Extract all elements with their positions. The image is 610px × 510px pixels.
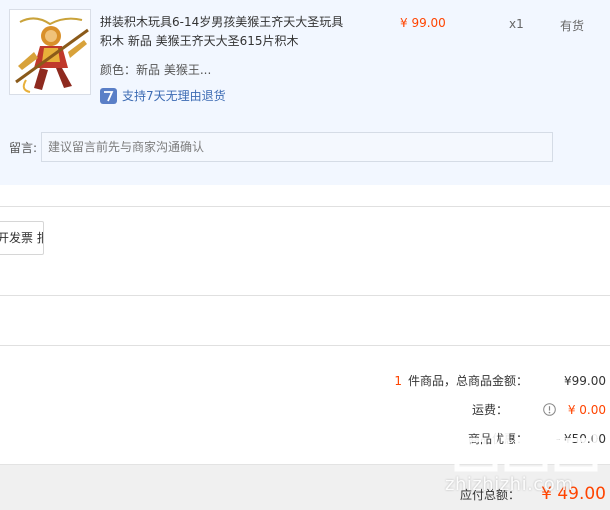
shipping-label: 运费： [471,403,508,417]
goods-total-label: 1 件商品，总商品金额： [394,374,528,388]
return-service-link[interactable]: 支持7天无理由退货 [100,87,226,104]
monkey-king-figure-icon [10,10,90,94]
info-icon[interactable] [543,403,556,416]
product-image[interactable] [9,9,91,95]
memo-input[interactable] [41,132,553,162]
order-item-panel: 拼装积木玩具6-14岁男孩美猴王齐天大圣玩具积木 新品 美猴王齐天大圣615片积… [0,0,610,185]
memo-label: 留言: [9,141,38,155]
sku-info: 颜色：新品 美猴王... [100,63,212,77]
section-divider [0,206,610,207]
section-divider [0,345,610,346]
stock-status: 有货 [560,19,585,33]
service-label: 支持7天无理由退货 [122,89,226,103]
section-divider [0,295,610,296]
quantity: x1 [509,17,524,31]
goods-count: 1 [394,374,402,388]
discount-row: 商品优惠： - ¥50.00 [468,430,606,447]
shipping-row: 运费： ¥ 0.00 [472,401,606,418]
discount-label: 商品优惠： [467,432,528,446]
shipping-value: ¥ 0.00 [567,402,606,417]
unit-price: ¥ 99.00 [400,16,446,30]
payable-label: 应付总额： [459,487,520,502]
discount-value: - ¥50.00 [555,431,606,446]
payable-row: 应付总额： ¥ 49.00 [460,484,606,504]
goods-total-value: ¥99.00 [564,373,606,388]
goods-total-row: 1 件商品，总商品金额： ¥99.00 [394,372,606,389]
invoice-button[interactable]: 开发票 报销 [0,221,44,255]
product-title[interactable]: 拼装积木玩具6-14岁男孩美猴王齐天大圣玩具积木 新品 美猴王齐天大圣615片积… [100,13,350,51]
payable-value: ¥ 49.00 [541,484,606,504]
return-7day-icon [100,87,117,104]
